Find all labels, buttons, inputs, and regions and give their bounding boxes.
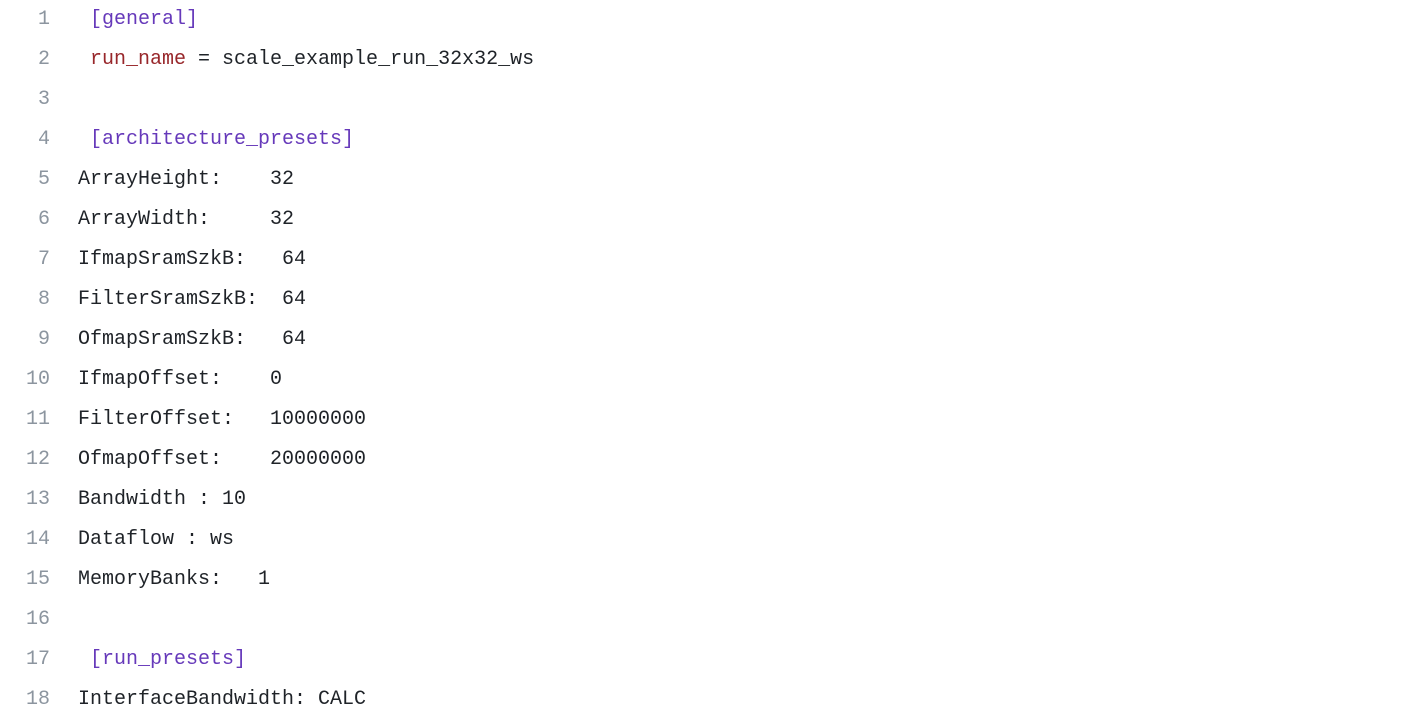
line-number: 4 xyxy=(0,120,50,160)
token-plain: OfmapOffset: 20000000 xyxy=(78,448,366,471)
line-number: 11 xyxy=(0,400,50,440)
code-line[interactable]: ArrayWidth: 32 xyxy=(78,200,534,240)
line-number: 17 xyxy=(0,640,50,680)
code-line[interactable]: IfmapOffset: 0 xyxy=(78,360,534,400)
line-number: 10 xyxy=(0,360,50,400)
token-plain: = scale_example_run_32x32_ws xyxy=(186,48,534,71)
line-number: 1 xyxy=(0,0,50,40)
token-plain: Dataflow : ws xyxy=(78,528,234,551)
token-plain: MemoryBanks: 1 xyxy=(78,568,270,591)
token-plain: IfmapOffset: 0 xyxy=(78,368,282,391)
token-plain: ArrayWidth: 32 xyxy=(78,208,294,231)
token-plain xyxy=(78,48,90,71)
code-line[interactable]: InterfaceBandwidth: CALC xyxy=(78,680,534,718)
token-plain xyxy=(78,8,90,31)
line-number: 16 xyxy=(0,600,50,640)
line-number: 3 xyxy=(0,80,50,120)
line-number-gutter: 123456789101112131415161718 xyxy=(0,0,78,718)
line-number: 8 xyxy=(0,280,50,320)
code-line[interactable] xyxy=(78,80,534,120)
line-number: 18 xyxy=(0,680,50,718)
code-line[interactable]: [architecture_presets] xyxy=(78,120,534,160)
code-line[interactable] xyxy=(78,600,534,640)
line-number: 5 xyxy=(0,160,50,200)
line-number: 14 xyxy=(0,520,50,560)
token-plain xyxy=(78,648,90,671)
line-number: 12 xyxy=(0,440,50,480)
token-section: [architecture_presets] xyxy=(90,128,354,151)
token-plain: IfmapSramSzkB: 64 xyxy=(78,248,306,271)
code-line[interactable]: OfmapSramSzkB: 64 xyxy=(78,320,534,360)
token-plain: FilterOffset: 10000000 xyxy=(78,408,366,431)
code-content[interactable]: [general] run_name = scale_example_run_3… xyxy=(78,0,534,718)
token-plain xyxy=(78,128,90,151)
line-number: 6 xyxy=(0,200,50,240)
code-editor[interactable]: 123456789101112131415161718 [general] ru… xyxy=(0,0,1402,718)
code-line[interactable]: FilterSramSzkB: 64 xyxy=(78,280,534,320)
code-line[interactable]: Bandwidth : 10 xyxy=(78,480,534,520)
code-line[interactable]: ArrayHeight: 32 xyxy=(78,160,534,200)
token-plain: Bandwidth : 10 xyxy=(78,488,246,511)
code-line[interactable]: FilterOffset: 10000000 xyxy=(78,400,534,440)
token-plain: InterfaceBandwidth: CALC xyxy=(78,688,366,711)
token-section: [general] xyxy=(90,8,198,31)
code-line[interactable]: IfmapSramSzkB: 64 xyxy=(78,240,534,280)
token-key: run_name xyxy=(90,48,186,71)
token-plain: ArrayHeight: 32 xyxy=(78,168,294,191)
code-line[interactable]: MemoryBanks: 1 xyxy=(78,560,534,600)
line-number: 9 xyxy=(0,320,50,360)
code-line[interactable]: Dataflow : ws xyxy=(78,520,534,560)
token-plain: FilterSramSzkB: 64 xyxy=(78,288,306,311)
token-section: [run_presets] xyxy=(90,648,246,671)
code-line[interactable]: [general] xyxy=(78,0,534,40)
line-number: 13 xyxy=(0,480,50,520)
token-plain: OfmapSramSzkB: 64 xyxy=(78,328,306,351)
code-line[interactable]: run_name = scale_example_run_32x32_ws xyxy=(78,40,534,80)
code-line[interactable]: OfmapOffset: 20000000 xyxy=(78,440,534,480)
code-line[interactable]: [run_presets] xyxy=(78,640,534,680)
line-number: 7 xyxy=(0,240,50,280)
line-number: 2 xyxy=(0,40,50,80)
line-number: 15 xyxy=(0,560,50,600)
